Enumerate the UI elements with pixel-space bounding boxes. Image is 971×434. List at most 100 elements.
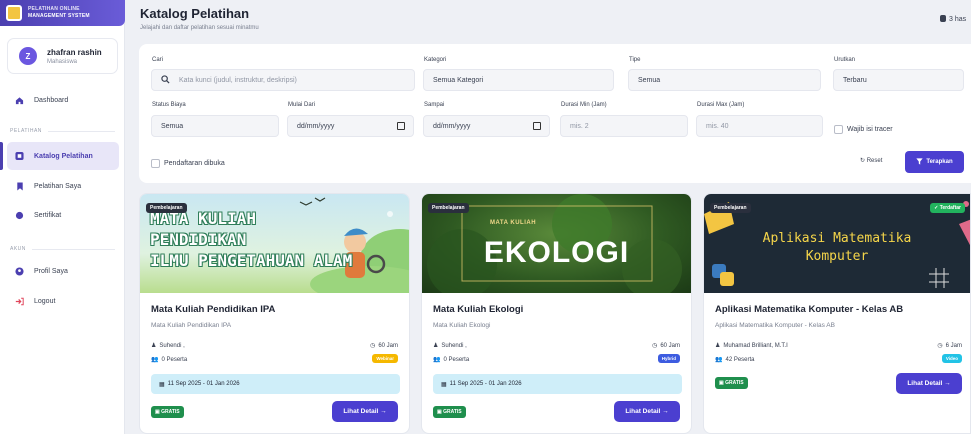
duration: ◷ 6 Jam <box>937 342 962 350</box>
cari-label: Cari <box>152 57 164 63</box>
sidebar: PELATIHAN ONLINE MANAGEMENT SYSTEM Z zha… <box>0 0 125 434</box>
urutkan-select[interactable]: Terbaru <box>833 69 964 91</box>
participants-value: 0 Peserta <box>443 356 470 363</box>
users-icon: 👥 <box>433 357 441 363</box>
section-label-akun: AKUN <box>10 246 115 252</box>
registered-badge: ✓ Terdaftar <box>930 203 965 213</box>
users-icon: 👥 <box>715 357 723 363</box>
durasi-min-input[interactable]: mis. 2 <box>560 115 688 137</box>
search-input[interactable]: Kata kunci (judul, instruktur, deskripsi… <box>151 69 415 91</box>
sidebar-item-pelatihan-saya[interactable]: Pelatihan Saya <box>7 172 119 200</box>
brand-header[interactable]: PELATIHAN ONLINE MANAGEMENT SYSTEM <box>0 0 125 26</box>
reset-button[interactable]: ↻ Reset <box>860 157 882 164</box>
mulai-dari-date[interactable]: dd/mm/yyyy <box>287 115 414 137</box>
participants: 👥 0 Peserta <box>151 356 187 364</box>
section-label-pelatihan: PELATIHAN <box>10 128 115 134</box>
duration-value: 60 Jam <box>660 342 680 349</box>
status-biaya-select[interactable]: Semua <box>151 115 279 137</box>
kategori-label: Kategori <box>424 57 447 63</box>
sidebar-item-katalog[interactable]: Katalog Pelatihan <box>7 142 119 170</box>
sidebar-item-label: Sertifikat <box>34 211 62 219</box>
pendaftaran-dibuka-label: Pendaftaran dibuka <box>164 160 225 167</box>
participants-value: 42 Peserta <box>725 356 755 363</box>
view-detail-button[interactable]: Lihat Detail → <box>332 401 398 422</box>
search-icon <box>161 75 171 85</box>
brand-logo <box>6 5 22 21</box>
course-title[interactable]: Mata Kuliah Pendidikan IPA <box>151 304 275 315</box>
apply-button[interactable]: Terapkan <box>905 151 964 173</box>
sampai-date[interactable]: dd/mm/yyyy <box>423 115 550 137</box>
instructor-name: Suhendi , <box>159 342 185 349</box>
participants: 👥 0 Peserta <box>433 356 470 364</box>
sidebar-item-label: Logout <box>34 297 56 305</box>
mode-badge: Video <box>941 354 962 363</box>
home-icon <box>15 96 24 105</box>
durasi-max-input[interactable]: mis. 40 <box>696 115 823 137</box>
course-subtitle: Aplikasi Matematika Komputer - Kelas AB <box>715 322 835 329</box>
sidebar-item-label: Katalog Pelatihan <box>34 152 93 160</box>
status-biaya-label: Status Biaya <box>152 102 186 108</box>
sidebar-item-sertifikat[interactable]: Sertifikat <box>7 201 119 229</box>
price-badge: ▣ GRATIS <box>715 377 748 389</box>
person-icon: ♟ <box>715 343 721 349</box>
category-badge: Pembelajaran <box>710 203 751 213</box>
instructor: ♟ Muhamad Brilliant, M.T.I <box>715 342 788 350</box>
instructor-name: Muhamad Brilliant, M.T.I <box>723 342 788 349</box>
person-icon: ♟ <box>151 343 157 349</box>
clock-icon: ◷ <box>937 343 943 349</box>
clock-icon: ◷ <box>652 343 658 349</box>
banner-line: PENDIDIKAN <box>150 230 247 249</box>
bookmark-icon <box>15 181 24 191</box>
durasi-min-placeholder: mis. 2 <box>570 122 589 130</box>
course-title[interactable]: Mata Kuliah Ekologi <box>433 304 523 315</box>
course-card[interactable]: MATA KULIAH EKOLOGI Pembelajaran Mata Ku… <box>421 193 692 434</box>
clock-icon: ◷ <box>370 343 376 349</box>
active-indicator <box>0 142 3 170</box>
durasi-max-placeholder: mis. 40 <box>706 122 729 130</box>
mode-badge: Webinar <box>372 354 398 363</box>
sidebar-item-label: Dashboard <box>34 96 69 104</box>
sidebar-item-profil[interactable]: Profil Saya <box>7 257 119 285</box>
calendar-icon[interactable] <box>397 122 405 130</box>
price-text: GRATIS <box>161 409 180 415</box>
user-icon <box>15 266 24 276</box>
sidebar-item-dashboard[interactable]: Dashboard <box>7 86 119 114</box>
filter-icon <box>916 157 924 167</box>
mulai-dari-label: Mulai Dari <box>288 102 316 108</box>
mulai-dari-value: dd/mm/yyyy <box>297 122 335 130</box>
view-detail-button[interactable]: Lihat Detail → <box>614 401 680 422</box>
sidebar-item-label: Pelatihan Saya <box>34 182 82 190</box>
apply-label: Terapkan <box>926 159 953 165</box>
brand-line2: MANAGEMENT SYSTEM <box>28 13 90 19</box>
pendaftaran-dibuka-checkbox[interactable] <box>151 159 160 168</box>
price-badge: ▣ GRATIS <box>151 406 184 418</box>
wajib-tracer-label: Wajib isi tracer <box>847 126 893 133</box>
result-count: 3 has <box>940 15 966 23</box>
view-detail-button[interactable]: Lihat Detail → <box>896 373 962 394</box>
sidebar-item-logout[interactable]: Logout <box>7 287 119 315</box>
avatar: Z <box>19 47 37 65</box>
category-badge: Pembelajaran <box>428 203 469 213</box>
course-card[interactable]: Aplikasi Matematika Komputer Pembelajara… <box>703 193 971 434</box>
kategori-select[interactable]: Semua Kategori <box>423 69 614 91</box>
calendar-icon[interactable] <box>533 122 541 130</box>
person-icon: ♟ <box>433 343 439 349</box>
sidebar-item-label: Profil Saya <box>34 267 68 275</box>
tipe-select[interactable]: Semua <box>628 69 821 91</box>
status-biaya-value: Semua <box>161 122 184 130</box>
user-card[interactable]: Z zhafran rashin Mahasiswa <box>7 38 118 74</box>
search-placeholder: Kata kunci (judul, instruktur, deskripsi… <box>179 76 297 84</box>
banner-line: Aplikasi Matematika <box>762 231 912 246</box>
price-text: GRATIS <box>443 409 462 415</box>
course-subtitle: Mata Kuliah Ekologi <box>433 322 491 329</box>
page-title: Katalog Pelatihan <box>140 6 250 21</box>
wajib-tracer-checkbox[interactable] <box>834 125 843 134</box>
banner-line: Komputer <box>805 249 869 264</box>
course-title[interactable]: Aplikasi Matematika Komputer - Kelas AB <box>715 304 903 315</box>
result-count-text: 3 has <box>949 16 967 23</box>
mode-badge: Hybrid <box>657 354 680 363</box>
course-card[interactable]: MATA KULIAH PENDIDIKAN ILMU PENGETAHUAN … <box>139 193 410 434</box>
kategori-value: Semua Kategori <box>433 76 484 84</box>
participants: 👥 42 Peserta <box>715 356 755 364</box>
page-subtitle: Jelajahi dan daftar pelatihan sesuai min… <box>140 25 259 31</box>
